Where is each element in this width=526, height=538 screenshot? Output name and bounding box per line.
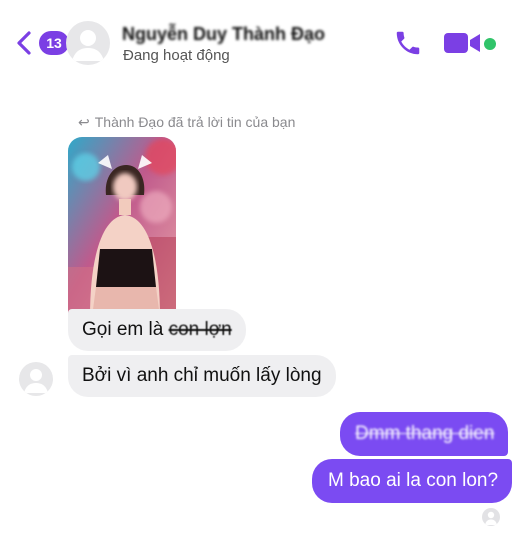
contact-avatar[interactable] [66,21,110,65]
reply-note-text: Thành Đạo đã trả lời tin của bạn [94,114,296,130]
message-text: Gọi em là [82,319,169,340]
message-text: Bởi vì anh chỉ muốn lấy lòng [82,365,322,386]
video-camera-icon [444,33,480,53]
phone-icon [396,31,420,55]
sender-avatar[interactable] [19,362,53,396]
photo-image [68,137,176,317]
contact-name[interactable]: Nguyễn Duy Thành Đạo [122,24,325,45]
struck-text: con lợn [168,319,232,340]
message-text: M bao ai la con lon? [328,470,499,491]
unread-count-badge: 13 [39,31,69,55]
call-button[interactable] [393,28,423,58]
person-placeholder-icon [24,369,48,393]
reply-arrow-icon: ↩ [78,114,90,130]
active-status: Đang hoạt động [123,47,230,64]
seen-indicator-avatar [482,508,500,526]
online-indicator [484,38,496,50]
person-placeholder-icon [485,511,497,525]
replied-photo[interactable] [68,137,176,317]
outgoing-message[interactable]: M bao ai la con lon? [312,459,513,503]
incoming-message[interactable]: Bởi vì anh chỉ muốn lấy lòng [68,355,336,397]
video-call-button[interactable] [443,31,483,55]
person-placeholder-icon [72,30,104,61]
incoming-message[interactable]: Gọi em là con lợn [68,309,246,351]
outgoing-message[interactable]: Dmm thang dien [340,412,509,456]
chevron-left-icon [17,31,31,55]
back-button[interactable]: 13 [14,30,69,56]
reply-note: ↩ Thành Đạo đã trả lời tin của bạn [78,114,295,131]
message-text: Dmm thang dien [355,423,495,444]
